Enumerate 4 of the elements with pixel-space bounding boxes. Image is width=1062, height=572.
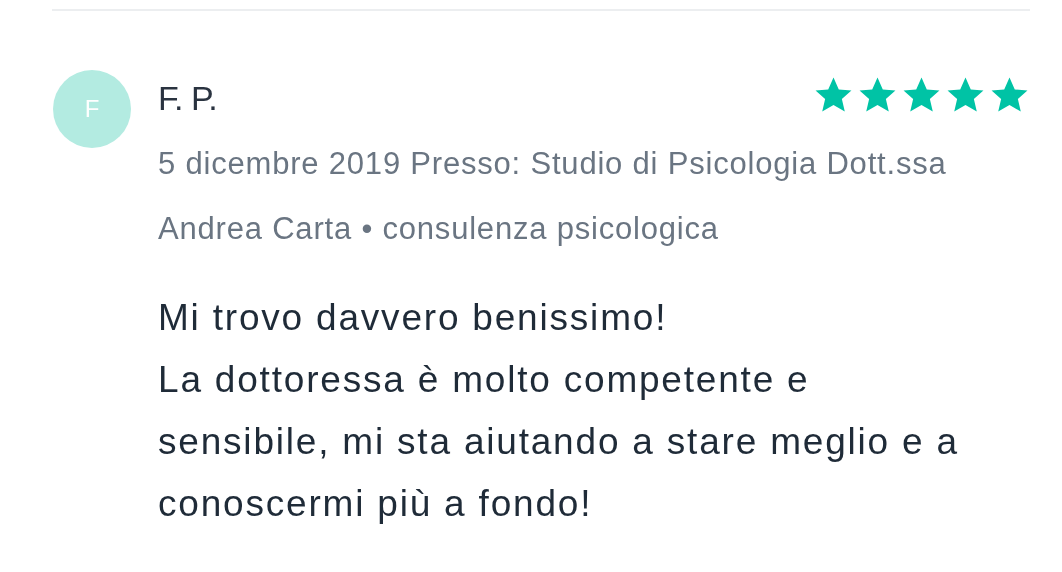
author-name: F. P. (158, 78, 217, 118)
review-meta: 5 dicembre 2019 Presso: Studio di Psicologia Dott.ssa Andrea Carta • consulenza psicologica (158, 145, 948, 248)
avatar-circle: F (53, 70, 131, 148)
review-text: Mi trovo davvero benissimo! La dottoressa è molto competente e sensibile, mi sta aiutando a stare meglio e a conoscermi più a fondo! (158, 296, 960, 526)
